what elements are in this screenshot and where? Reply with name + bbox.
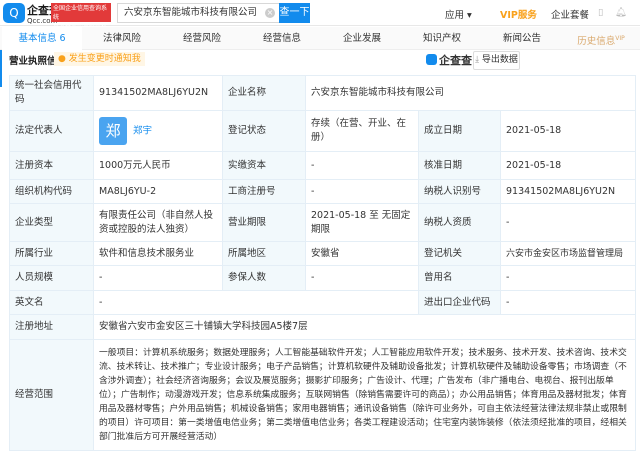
label: 企业类型	[9, 203, 94, 242]
label: 所属行业	[9, 241, 94, 266]
label: 曾用名	[418, 265, 501, 291]
legal-rep: 郑郑宇	[93, 110, 223, 152]
label: 组织机构代码	[9, 179, 94, 204]
former-name: -	[499, 265, 637, 291]
label: 人员规模	[9, 265, 94, 291]
address: 安徽省六安市金安区三十铺镇大学科技园A5楼7层	[92, 314, 637, 340]
apps-label: 应用	[445, 10, 465, 21]
suite-link[interactable]: 企业套餐	[551, 7, 589, 21]
table-row: 注册资本 1000万元人民币 实缴资本 - 核准日期 2021-05-18	[9, 151, 637, 180]
business-scope: 一般项目：计算机系统服务；数据处理服务；人工智能基础软件开发；人工智能应用软件开…	[92, 339, 637, 451]
top-bar: Q 企查查Qcc.com 全国企业信用查询系统官方备案企业征信机构 六安京东智能…	[0, 0, 640, 39]
clear-icon[interactable]: ×	[265, 8, 275, 18]
label: 企业名称	[222, 75, 306, 111]
english-name: -	[93, 290, 419, 315]
tab-history[interactable]: 历史信息VIP	[562, 27, 640, 50]
tab-business-risk[interactable]: 经营风险	[162, 27, 242, 50]
region: 安徽省	[305, 241, 419, 266]
tab-development[interactable]: 企业发展	[322, 27, 402, 50]
tab-basic-info[interactable]: 基本信息 6	[2, 27, 82, 50]
table-row: 法定代表人 郑郑宇 登记状态 存续（在营、开业、在册） 成立日期 2021-05…	[9, 110, 637, 152]
avatar[interactable]: 郑	[99, 117, 127, 145]
label: 登记机关	[418, 241, 501, 266]
table-row: 经营范围 一般项目：计算机系统服务；数据处理服务；人工智能基础软件开发；人工智能…	[9, 339, 637, 451]
qcc-watermark-text: 企查查	[439, 54, 472, 67]
search-button[interactable]: 查一下	[279, 3, 310, 23]
company-name: 六安京东智能城市科技有限公司	[304, 75, 637, 111]
business-license-table: 统一社会信用代码 91341502MA8LJ6YU2N 企业名称 六安京东智能城…	[9, 75, 637, 451]
tab-history-label: 历史信息	[577, 36, 616, 48]
qcc-logo-icon	[426, 54, 437, 65]
tab-business-info[interactable]: 经营信息	[242, 27, 322, 50]
badge-line1: 全国企业信用查询系统	[53, 5, 108, 21]
label: 参保人数	[222, 265, 306, 291]
company-type: 有限责任公司（非自然人投资或控股的法人独资）	[93, 203, 223, 242]
label: 注册资本	[9, 151, 94, 180]
notify-button[interactable]: ● 发生变更时通知我	[54, 52, 145, 66]
label: 英文名	[9, 290, 94, 315]
legal-rep-link[interactable]: 郑宇	[133, 126, 152, 137]
export-label: 导出数据	[481, 55, 518, 65]
apps-menu[interactable]: 应用 ▾	[445, 7, 472, 21]
label: 经营范围	[9, 339, 94, 451]
status: 存续（在营、开业、在册）	[305, 110, 419, 152]
label: 登记状态	[222, 110, 306, 152]
label: 营业期限	[222, 203, 306, 242]
tab-legal-risk[interactable]: 法律风险	[82, 27, 162, 50]
org-code: MA8LJ6YU-2	[93, 179, 223, 204]
label: 纳税人识别号	[418, 179, 501, 204]
tax-id: 91341502MA8LJ6YU2N	[499, 179, 637, 204]
label: 工商注册号	[222, 179, 306, 204]
search-input[interactable]: 六安京东智能城市科技有限公司 ×	[117, 3, 279, 23]
label: 统一社会信用代码	[9, 75, 94, 111]
vip-badge: VIP	[615, 35, 625, 42]
founded-date: 2021-05-18	[499, 110, 637, 152]
table-row: 所属行业 软件和信息技术服务业 所属地区 安徽省 登记机关 六安市金安区市场监督…	[9, 241, 637, 266]
search-value: 六安京东智能城市科技有限公司	[124, 7, 258, 18]
paid-capital: -	[305, 151, 419, 180]
industry: 软件和信息技术服务业	[93, 241, 223, 266]
label: 核准日期	[418, 151, 501, 180]
credit-code: 91341502MA8LJ6YU2N	[93, 75, 223, 111]
approved-date: 2021-05-18	[499, 151, 637, 180]
tab-ip[interactable]: 知识产权	[402, 27, 482, 50]
qcc-watermark: 企查查	[426, 52, 472, 68]
import-export-code: -	[499, 290, 637, 315]
tab-news[interactable]: 新闻公告	[482, 27, 562, 50]
phone-icon[interactable]: ▯	[598, 7, 603, 18]
export-button[interactable]: ⤓ 导出数据	[473, 51, 520, 70]
table-row: 英文名 - 进出口企业代码 -	[9, 290, 637, 315]
notify-label: 发生变更时通知我	[68, 54, 141, 64]
reg-no: -	[305, 179, 419, 204]
label: 法定代表人	[9, 110, 94, 152]
table-row: 统一社会信用代码 91341502MA8LJ6YU2N 企业名称 六安京东智能城…	[9, 75, 637, 111]
table-row: 企业类型 有限责任公司（非自然人投资或控股的法人独资） 营业期限 2021-05…	[9, 203, 637, 242]
tab-bar: 基本信息 6 法律风险 经营风险 经营信息 企业发展 知识产权 新闻公告 历史信…	[0, 27, 640, 50]
staff-size: -	[93, 265, 223, 291]
business-term: 2021-05-18 至 无固定期限	[305, 203, 419, 242]
authority: 六安市金安区市场监督管理局	[499, 241, 637, 266]
label: 注册地址	[9, 314, 94, 340]
official-badge: 全国企业信用查询系统官方备案企业征信机构	[51, 3, 111, 39]
table-row: 人员规模 - 参保人数 - 曾用名 -	[9, 265, 637, 291]
label: 实缴资本	[222, 151, 306, 180]
vip-link[interactable]: VIP服务	[500, 7, 537, 21]
qcc-logo-icon[interactable]: Q	[3, 3, 25, 23]
label: 进出口企业代码	[418, 290, 501, 315]
taxpayer-qualification: -	[499, 203, 637, 242]
insured-count: -	[305, 265, 419, 291]
table-row: 注册地址 安徽省六安市金安区三十铺镇大学科技园A5楼7层	[9, 314, 637, 340]
bell-icon: ●	[58, 54, 66, 64]
caret-down-icon: ▾	[467, 10, 472, 21]
capital: 1000万元人民币	[93, 151, 223, 180]
label: 纳税人资质	[418, 203, 501, 242]
table-row: 组织机构代码 MA8LJ6YU-2 工商注册号 - 纳税人识别号 9134150…	[9, 179, 637, 204]
download-icon: ⤓	[475, 55, 480, 65]
bell-icon[interactable]: 🔔︎	[615, 7, 627, 18]
label: 所属地区	[222, 241, 306, 266]
label: 成立日期	[418, 110, 501, 152]
